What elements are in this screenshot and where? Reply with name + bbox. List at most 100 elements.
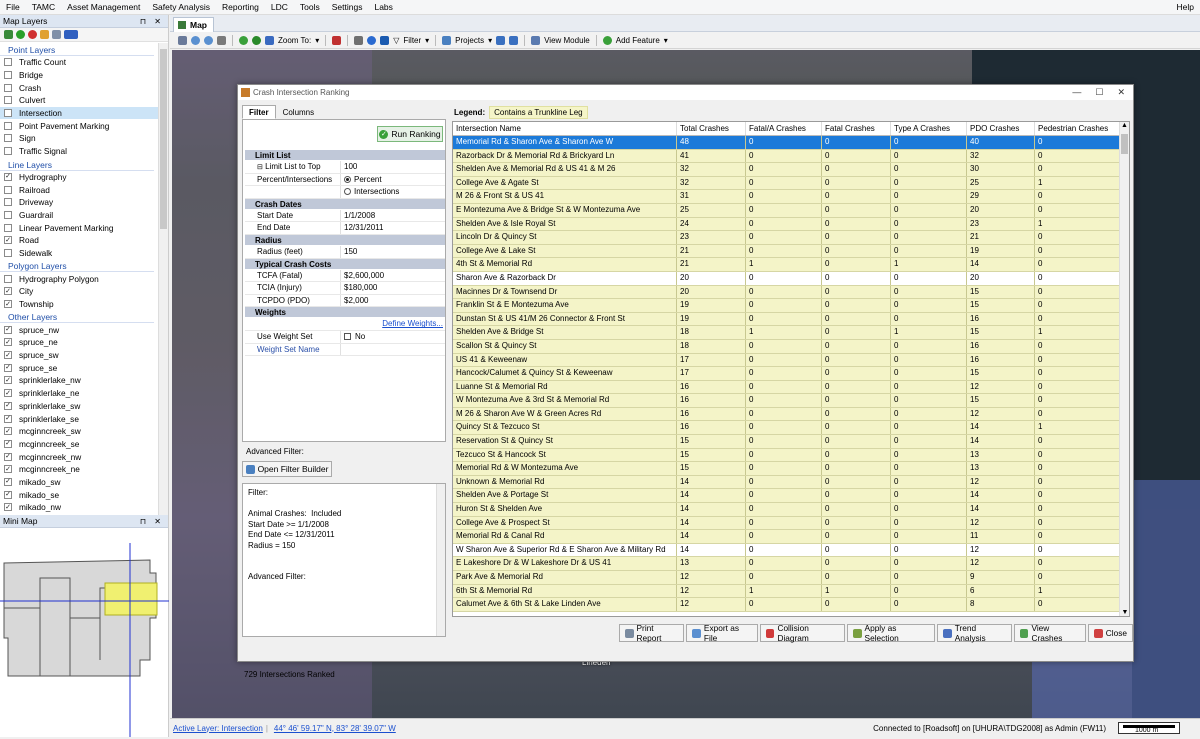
trend-analysis-button[interactable]: Trend Analysis bbox=[937, 623, 1012, 643]
table-row[interactable]: Memorial Rd & Canal Rd 14 0 0 0 11 0 bbox=[453, 530, 1129, 544]
table-row[interactable]: Shelden Ave & Memorial Rd & US 41 & M 26… bbox=[453, 163, 1129, 177]
layer-checkbox[interactable]: ✓ bbox=[4, 439, 12, 448]
layer-item-culvert[interactable]: Culvert bbox=[0, 94, 158, 107]
use-weight-set-checkbox[interactable]: No bbox=[341, 331, 445, 343]
table-row[interactable]: Scallon St & Quincy St 18 0 0 0 16 0 bbox=[453, 339, 1129, 354]
chevron-down-icon[interactable]: ▾ bbox=[664, 36, 668, 45]
column-header-type-a-crashes[interactable]: Type A Crashes bbox=[891, 122, 967, 135]
run-ranking-button[interactable]: ✓ Run Ranking bbox=[377, 126, 443, 142]
table-row[interactable]: 4th St & Memorial Rd 21 1 0 1 14 0 bbox=[453, 258, 1129, 272]
define-weights-link[interactable]: Define Weights... bbox=[382, 318, 445, 330]
layer-checkbox[interactable] bbox=[4, 274, 12, 283]
layer-item-sidewalk[interactable]: Sidewalk bbox=[0, 247, 158, 260]
pin-close-icon[interactable]: ⊓ ✕ bbox=[140, 517, 168, 526]
table-row[interactable]: Shelden Ave & Bridge St 18 1 0 1 15 1 bbox=[453, 326, 1129, 340]
layer-checkbox[interactable] bbox=[4, 210, 12, 219]
layer-item-hydrography-polygon[interactable]: Hydrography Polygon bbox=[0, 272, 158, 285]
layer-order-icon[interactable] bbox=[52, 30, 61, 39]
tcfa-input[interactable]: $2,600,000 bbox=[341, 270, 445, 282]
mini-map-view[interactable] bbox=[0, 528, 169, 737]
layer-checkbox[interactable]: ✓ bbox=[4, 401, 12, 410]
table-row[interactable]: Calumet Ave & 6th St & Lake Linden Ave 12… bbox=[453, 598, 1129, 612]
layer-item-point-pavement-marking[interactable]: Point Pavement Marking bbox=[0, 119, 158, 132]
layer-checkbox[interactable]: ✓ bbox=[4, 236, 12, 245]
menu-tamc[interactable]: TAMC bbox=[26, 0, 61, 15]
layer-checkbox[interactable] bbox=[4, 223, 12, 232]
layer-checkbox[interactable] bbox=[4, 147, 12, 156]
column-header-intersection-name[interactable]: Intersection Name bbox=[453, 122, 677, 135]
menu-safety-analysis[interactable]: Safety Analysis bbox=[146, 0, 216, 15]
layer-checkbox[interactable]: ✓ bbox=[4, 465, 12, 474]
table-row[interactable]: Tezcuco St & Hancock St 15 0 0 0 13 0 bbox=[453, 448, 1129, 463]
layer-checkbox[interactable]: ✓ bbox=[4, 325, 12, 334]
layer-checkbox[interactable] bbox=[4, 83, 12, 92]
pin-close-icon[interactable]: ⊓ ✕ bbox=[140, 17, 168, 26]
add-layer-icon[interactable] bbox=[16, 30, 25, 39]
table-row[interactable]: E Montezuma Ave & Bridge St & W Montezum… bbox=[453, 203, 1129, 218]
table-scrollbar[interactable]: ▲ ▼ bbox=[1119, 122, 1129, 616]
table-row[interactable]: Macinnes Dr & Townsend Dr 20 0 0 0 15 0 bbox=[453, 285, 1129, 300]
maximize-icon[interactable]: ☐ bbox=[1095, 87, 1103, 98]
layer-item-road[interactable]: ✓ Road bbox=[0, 234, 158, 247]
table-row[interactable]: Franklin St & E Montezuma Ave 19 0 0 0 15 0 bbox=[453, 299, 1129, 313]
table-row[interactable]: W Montezuma Ave & 3rd St & Memorial Rd 16… bbox=[453, 394, 1129, 408]
layer-properties-icon[interactable] bbox=[40, 30, 49, 39]
chevron-down-icon[interactable]: ▾ bbox=[315, 36, 319, 45]
projects-dropdown[interactable]: Projects bbox=[455, 36, 484, 45]
close-button[interactable]: Close bbox=[1087, 624, 1133, 642]
table-row[interactable]: Hancock/Calumet & Quincy St & Keweenaw 17… bbox=[453, 367, 1129, 381]
open-filter-builder-button[interactable]: Open Filter Builder bbox=[242, 461, 332, 477]
layer-item-city[interactable]: ✓ City bbox=[0, 285, 158, 298]
menu-ldc[interactable]: LDC bbox=[265, 0, 294, 15]
active-layer-link[interactable]: Active Layer: Intersection bbox=[173, 724, 263, 733]
tcpdo-input[interactable]: $2,000 bbox=[341, 295, 445, 307]
layer-item-intersection[interactable]: Intersection bbox=[0, 106, 158, 120]
print-icon[interactable] bbox=[354, 35, 364, 45]
menu-settings[interactable]: Settings bbox=[326, 0, 369, 15]
layer-item-railroad[interactable]: Railroad bbox=[0, 183, 158, 196]
grid-icon[interactable] bbox=[496, 35, 506, 45]
chevron-down-icon[interactable]: ▾ bbox=[488, 36, 492, 45]
scroll-up-icon[interactable]: ▲ bbox=[1120, 122, 1129, 129]
print-report-button[interactable]: Print Report bbox=[619, 623, 685, 643]
layer-item-spruce-sw[interactable]: ✓ spruce_sw bbox=[0, 349, 158, 362]
view-module-button[interactable]: View Module bbox=[544, 36, 590, 45]
table-row[interactable]: College Ave & Agate St 32 0 0 0 25 1 bbox=[453, 176, 1129, 191]
layer-checkbox[interactable]: ✓ bbox=[4, 300, 12, 309]
table-row[interactable]: US 41 & Keweenaw 17 0 0 0 16 0 bbox=[453, 353, 1129, 368]
layer-checkbox[interactable]: ✓ bbox=[4, 363, 12, 372]
column-header-total-crashes[interactable]: Total Crashes bbox=[677, 122, 746, 135]
layer-item-mikado-nw[interactable]: ✓ mikado_nw bbox=[0, 501, 158, 514]
layer-checkbox[interactable]: ✓ bbox=[4, 351, 12, 360]
add-feature-icon[interactable] bbox=[602, 35, 612, 45]
table-icon[interactable] bbox=[509, 35, 519, 45]
layer-checkbox[interactable]: ✓ bbox=[4, 172, 12, 181]
layer-checkbox[interactable]: ✓ bbox=[4, 427, 12, 436]
layer-item-mikado-sw[interactable]: ✓ mikado_sw bbox=[0, 476, 158, 489]
layer-item-traffic-signal[interactable]: Traffic Signal bbox=[0, 145, 158, 158]
layer-checkbox[interactable] bbox=[4, 134, 12, 143]
view-module-icon[interactable] bbox=[531, 35, 541, 45]
menu-help[interactable]: Help bbox=[1171, 0, 1200, 15]
layer-item-traffic-count[interactable]: Traffic Count bbox=[0, 56, 158, 69]
add-feature-dropdown[interactable]: Add Feature bbox=[616, 36, 660, 45]
layer-item-driveway[interactable]: Driveway bbox=[0, 196, 158, 209]
layer-checkbox[interactable] bbox=[4, 198, 12, 207]
filter-dropdown[interactable]: Filter bbox=[403, 36, 421, 45]
tab-columns[interactable]: Columns bbox=[276, 105, 322, 119]
table-row[interactable]: M 26 & Front St & US 41 31 0 0 0 29 0 bbox=[453, 190, 1129, 204]
minimize-icon[interactable]: — bbox=[1072, 87, 1081, 98]
projects-icon[interactable] bbox=[442, 35, 452, 45]
column-header-fatal-a-crashes[interactable]: Fatal/A Crashes bbox=[746, 122, 822, 135]
zoom-out-icon[interactable] bbox=[204, 35, 213, 45]
layer-dropdown-icon[interactable] bbox=[64, 30, 78, 39]
radius-input[interactable]: 150 bbox=[341, 246, 445, 258]
layer-item-mikado-se[interactable]: ✓ mikado_se bbox=[0, 488, 158, 501]
layer-item-sign[interactable]: Sign bbox=[0, 132, 158, 145]
table-row[interactable]: Memorial Rd & Sharon Ave & Sharon Ave W4… bbox=[453, 136, 1129, 150]
table-row[interactable]: Dunstan St & US 41/M 26 Connector & Fron… bbox=[453, 312, 1129, 327]
previous-extent-icon[interactable] bbox=[265, 35, 274, 45]
layer-checkbox[interactable]: ✓ bbox=[4, 414, 12, 423]
layer-checkbox[interactable] bbox=[4, 248, 12, 257]
table-row[interactable]: Shelden Ave & Portage St 14 0 0 0 14 0 bbox=[453, 489, 1129, 504]
